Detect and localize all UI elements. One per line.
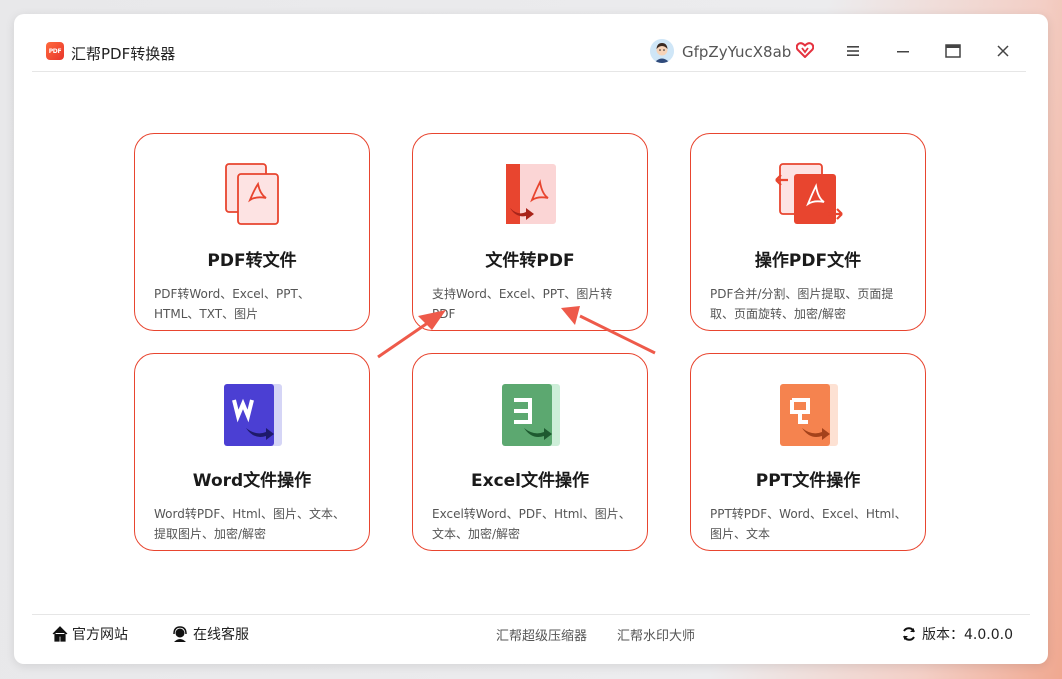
footer-divider [32, 614, 1030, 615]
word-icon [224, 384, 282, 446]
watermark-link[interactable]: 汇帮水印大师 [617, 625, 695, 644]
card-pdf-operations[interactable]: 操作PDF文件 PDF合并/分割、图片提取、页面提取、页面旋转、加密/解密 [690, 133, 926, 331]
compressor-link[interactable]: 汇帮超级压缩器 [496, 625, 587, 644]
app-title: 汇帮PDF转换器 [71, 45, 176, 63]
app-logo: PDF [46, 42, 64, 60]
card-title: PPT文件操作 [755, 471, 861, 491]
card-description: PDF合并/分割、图片提取、页面提取、页面旋转、加密/解密 [710, 287, 894, 321]
title-bar: PDF 汇帮PDF转换器 GfpZyYucX8ab [14, 14, 1048, 71]
card-title: 文件转PDF [485, 251, 575, 271]
card-description: Word转PDF、Html、图片、文本、提取图片、加密/解密 [154, 507, 345, 541]
pdf-to-file-icon [225, 163, 279, 225]
menu-icon[interactable] [843, 41, 863, 61]
title-divider [32, 71, 1026, 72]
pdf-operations-icon [775, 163, 843, 224]
card-pdf-to-file[interactable]: PDF转文件 PDF转Word、Excel、PPT、HTML、TXT、图片 [134, 133, 370, 331]
maximize-icon[interactable] [943, 41, 963, 61]
card-title: 操作PDF文件 [754, 251, 862, 271]
card-description: PDF转Word、Excel、PPT、HTML、TXT、图片 [154, 287, 310, 321]
vip-heart-icon[interactable] [796, 42, 814, 58]
close-icon[interactable] [993, 41, 1013, 61]
official-website-link[interactable]: 官方网站 [51, 624, 128, 644]
username[interactable]: GfpZyYucX8ab [682, 43, 791, 61]
excel-icon [502, 384, 560, 446]
card-word-operations[interactable]: Word文件操作 Word转PDF、Html、图片、文本、提取图片、加密/解密 [134, 353, 370, 551]
headset-icon [173, 626, 187, 642]
ppt-icon [780, 384, 838, 446]
card-title: PDF转文件 [207, 251, 297, 271]
card-ppt-operations[interactable]: PPT文件操作 PPT转PDF、Word、Excel、Html、图片、文本 [690, 353, 926, 551]
version-info[interactable]: 版本：4.0.0.0 [901, 624, 1013, 644]
minimize-icon[interactable] [893, 41, 913, 61]
card-description: PPT转PDF、Word、Excel、Html、图片、文本 [710, 507, 907, 541]
home-icon [52, 626, 68, 642]
card-file-to-pdf[interactable]: 文件转PDF 支持Word、Excel、PPT、图片转PDF [412, 133, 648, 331]
card-title: Word文件操作 [192, 471, 312, 491]
card-title: Excel文件操作 [470, 471, 589, 491]
refresh-icon [903, 627, 915, 641]
card-description: 支持Word、Excel、PPT、图片转PDF [432, 287, 613, 321]
file-to-pdf-icon [506, 164, 556, 224]
app-window: PDF 汇帮PDF转换器 GfpZyYucX8ab PDF转文件 PDF转Wor… [14, 14, 1048, 664]
user-avatar[interactable] [650, 39, 674, 63]
card-excel-operations[interactable]: Excel文件操作 Excel转Word、PDF、Html、图片、文本、加密/解… [412, 353, 648, 551]
online-support-link[interactable]: 在线客服 [171, 624, 249, 644]
card-description: Excel转Word、PDF、Html、图片、文本、加密/解密 [432, 507, 631, 541]
